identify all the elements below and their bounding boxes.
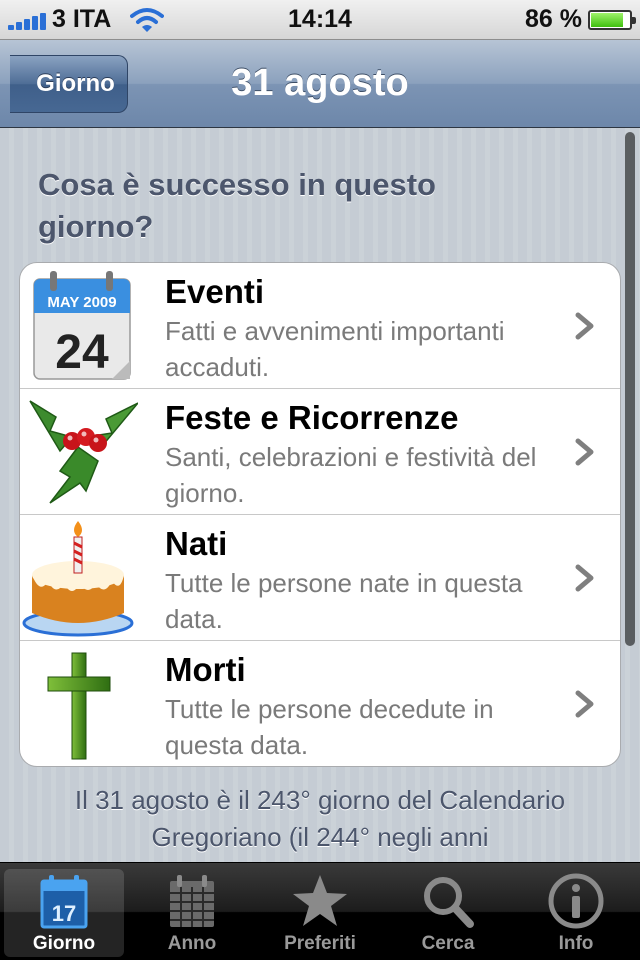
tab-label: Cerca bbox=[421, 933, 475, 954]
calendar-icon-day: 24 bbox=[55, 326, 109, 379]
calendar-icon-month: MAY 2009 bbox=[47, 294, 116, 311]
list-item-feste[interactable]: Feste e Ricorrenze Santi, celebrazioni e… bbox=[20, 389, 620, 515]
scroll-indicator[interactable] bbox=[625, 132, 635, 646]
row-title: Feste e Ricorrenze bbox=[165, 399, 459, 436]
list-item-eventi[interactable]: MAY 2009 24 Eventi Fatti e avvenimenti i… bbox=[20, 263, 620, 389]
footer-description: Il 31 agosto è il 243° giorno del Calend… bbox=[74, 785, 566, 852]
tab-anno[interactable]: Anno bbox=[132, 869, 252, 957]
chevron-right-icon bbox=[575, 438, 594, 466]
info-icon bbox=[548, 873, 604, 929]
chevron-right-icon bbox=[575, 690, 594, 718]
navigation-bar: Giorno 31 agosto bbox=[0, 40, 640, 128]
birthday-cake-icon bbox=[22, 521, 134, 637]
category-table: MAY 2009 24 Eventi Fatti e avvenimenti i… bbox=[19, 262, 621, 767]
status-bar: 3 ITA 14:14 86 % bbox=[0, 0, 640, 40]
tab-label: Info bbox=[558, 933, 594, 954]
page-title: 31 agosto bbox=[231, 62, 409, 104]
content-scroll-view[interactable]: Cosa è successo in questo giorno? MAY 20… bbox=[0, 128, 640, 862]
row-title: Eventi bbox=[165, 273, 265, 310]
tab-giorno[interactable]: 17 Giorno bbox=[4, 869, 124, 957]
calendar-icon: MAY 2009 24 bbox=[33, 271, 131, 380]
row-subtitle: Santi, celebrazioni e festività del gior… bbox=[165, 442, 537, 508]
list-item-nati[interactable]: Nati Tutte le persone nate in questa dat… bbox=[20, 515, 620, 641]
row-subtitle: Tutte le persone decedute in questa data… bbox=[165, 694, 494, 760]
battery-percentage: 86 % bbox=[525, 5, 582, 33]
chevron-right-icon bbox=[575, 312, 594, 340]
row-title: Nati bbox=[165, 525, 228, 562]
tab-cerca[interactable]: Cerca bbox=[388, 869, 508, 957]
tab-label: Giorno bbox=[32, 933, 96, 954]
tab-info[interactable]: Info bbox=[516, 869, 636, 957]
row-subtitle: Tutte le persone nate in questa data. bbox=[165, 568, 523, 634]
tab-label: Anno bbox=[167, 933, 217, 954]
calendar-day-number: 17 bbox=[52, 901, 76, 926]
row-subtitle: Fatti e avvenimenti importanti accaduti. bbox=[165, 316, 505, 382]
star-icon bbox=[293, 875, 347, 926]
section-header: Cosa è successo in questo giorno? bbox=[38, 167, 436, 244]
tab-label: Preferiti bbox=[284, 933, 356, 954]
cross-icon bbox=[47, 652, 111, 760]
tab-bar: 17 Giorno Anno Preferiti Cerca Info bbox=[0, 862, 640, 960]
tab-preferiti[interactable]: Preferiti bbox=[260, 869, 380, 957]
list-item-morti[interactable]: Morti Tutte le persone decedute in quest… bbox=[20, 641, 620, 766]
battery-level bbox=[591, 13, 624, 27]
row-title: Morti bbox=[165, 651, 246, 688]
calendar-grid-icon bbox=[170, 875, 214, 927]
calendar-day-icon: 17 bbox=[40, 875, 88, 929]
chevron-right-icon bbox=[575, 564, 594, 592]
holly-icon bbox=[29, 400, 138, 504]
search-icon bbox=[424, 877, 474, 928]
battery-icon bbox=[588, 10, 636, 30]
